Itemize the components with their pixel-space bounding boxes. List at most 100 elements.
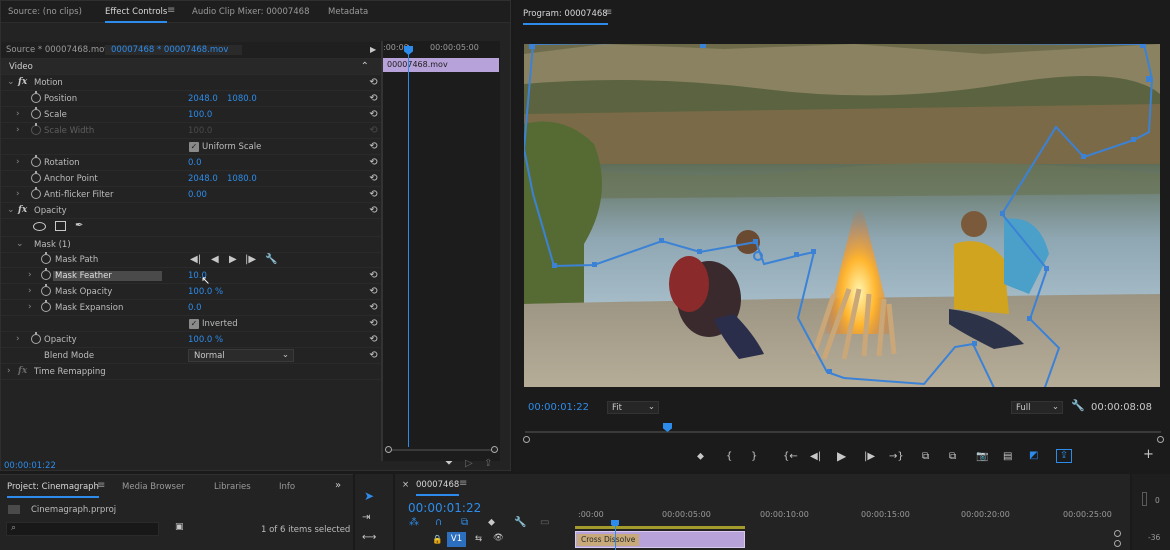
reset-icon[interactable]: ⟲ bbox=[368, 93, 379, 104]
stopwatch-icon[interactable] bbox=[41, 300, 51, 312]
stopwatch-icon[interactable] bbox=[41, 252, 51, 264]
comparison-view-icon[interactable]: ◩ bbox=[1029, 450, 1038, 462]
mark-in-icon[interactable]: { bbox=[726, 451, 732, 463]
lock-icon[interactable]: 🔒 bbox=[432, 535, 443, 545]
track-backward-icon[interactable]: ◀| bbox=[190, 254, 201, 266]
solo-button-icon[interactable] bbox=[1114, 530, 1121, 537]
play-icon[interactable]: ▶ bbox=[837, 450, 846, 462]
sequence-timecode[interactable]: 00:00:01:22 bbox=[408, 501, 481, 515]
playhead-handle[interactable] bbox=[404, 46, 413, 55]
reset-icon[interactable]: ⟲ bbox=[368, 318, 379, 329]
panel-menu-icon[interactable]: ≡ bbox=[167, 5, 175, 16]
ec-current-time[interactable]: 00:00:01:22 bbox=[4, 461, 56, 471]
stopwatch-icon[interactable] bbox=[41, 284, 51, 296]
stopwatch-icon[interactable] bbox=[31, 91, 41, 103]
new-bin-icon[interactable]: ▣ bbox=[175, 522, 184, 532]
captions-icon[interactable]: ▭ bbox=[540, 517, 549, 529]
expand-icon[interactable]: › bbox=[16, 109, 20, 119]
reset-icon[interactable]: ⟲ bbox=[368, 334, 379, 345]
tab-media-browser[interactable]: Media Browser bbox=[122, 482, 185, 492]
snap-icon[interactable]: ∩ bbox=[435, 517, 442, 529]
zoom-handle-right[interactable] bbox=[491, 446, 498, 453]
rotation-value[interactable]: 0.0 bbox=[188, 158, 202, 168]
tab-project[interactable]: Project: Cinemagraph bbox=[7, 482, 99, 498]
export-icon[interactable]: ⇪ bbox=[484, 458, 492, 469]
mask-expansion-value[interactable]: 0.0 bbox=[188, 303, 202, 313]
expand-icon[interactable]: ⌄ bbox=[7, 77, 15, 87]
pen-mask-icon[interactable]: ✒ bbox=[75, 220, 83, 231]
reset-icon[interactable]: ⟲ bbox=[368, 157, 379, 168]
ec-zoom-bar[interactable] bbox=[387, 449, 495, 451]
eye-icon[interactable]: 👁 bbox=[493, 533, 504, 543]
reset-icon[interactable]: ⟲ bbox=[368, 286, 379, 297]
quality-select[interactable]: Full ⌄ bbox=[1011, 401, 1063, 414]
effect-controls-timeline[interactable]: :00:00 00:00:05:00 00007468.mov bbox=[383, 41, 500, 461]
expand-icon[interactable]: ⌄ bbox=[7, 205, 15, 215]
reset-icon[interactable]: ⟲ bbox=[368, 173, 379, 184]
panel-menu-icon[interactable]: ≡ bbox=[459, 478, 467, 489]
time-remapping-row[interactable]: › fx Time Remapping bbox=[1, 364, 383, 380]
zoom-handle-right[interactable] bbox=[1157, 436, 1164, 443]
overwrite-icon[interactable]: ⧉ bbox=[949, 451, 956, 463]
expand-icon[interactable]: ⌄ bbox=[16, 239, 24, 249]
fit-select[interactable]: Fit ⌄ bbox=[607, 401, 659, 414]
add-button-icon[interactable]: + bbox=[1143, 448, 1154, 461]
tab-audio-clip-mixer[interactable]: Audio Clip Mixer: 00007468 bbox=[192, 7, 310, 17]
fx-icon[interactable]: fx bbox=[18, 77, 27, 87]
blend-mode-select[interactable]: Normal ⌄ bbox=[188, 349, 294, 362]
stopwatch-icon[interactable] bbox=[41, 268, 51, 280]
solo-button-icon[interactable] bbox=[1114, 540, 1121, 547]
sync-lock-icon[interactable]: ⇆ bbox=[475, 534, 482, 544]
camera-icon[interactable]: 📷 bbox=[976, 451, 988, 463]
program-current-time[interactable]: 00:00:01:22 bbox=[528, 402, 589, 413]
wrench-icon[interactable]: 🔧 bbox=[514, 517, 526, 529]
track-target-v1[interactable]: V1 bbox=[447, 532, 466, 547]
motion-effect-row[interactable]: ⌄ fx Motion ⟲ bbox=[1, 75, 383, 91]
step-forward-icon[interactable]: ▶ bbox=[229, 254, 237, 266]
step-forward-icon[interactable]: |▶ bbox=[864, 451, 875, 463]
tab-effect-controls[interactable]: Effect Controls bbox=[105, 7, 168, 23]
expand-icon[interactable]: › bbox=[16, 157, 20, 167]
anti-flicker-value[interactable]: 0.00 bbox=[188, 190, 207, 200]
tab-sequence[interactable]: 00007468 bbox=[416, 480, 460, 496]
inverted-checkbox[interactable]: ✓ bbox=[189, 319, 199, 329]
expand-icon[interactable]: › bbox=[28, 302, 32, 312]
tab-info[interactable]: Info bbox=[279, 482, 295, 492]
track-select-tool-icon[interactable]: ⇥ bbox=[362, 512, 370, 524]
program-title[interactable]: Program: 00007468 bbox=[523, 9, 608, 25]
expand-icon[interactable]: › bbox=[28, 286, 32, 296]
zoom-handle-left[interactable] bbox=[523, 436, 530, 443]
tab-metadata[interactable]: Metadata bbox=[328, 7, 368, 17]
position-x-value[interactable]: 2048.0 bbox=[188, 94, 218, 104]
transition-label[interactable]: Cross Dissolve bbox=[577, 534, 640, 546]
expand-icon[interactable]: › bbox=[16, 334, 20, 344]
tab-source[interactable]: Source: (no clips) bbox=[8, 7, 82, 17]
play-clip-icon[interactable]: ▶ bbox=[370, 45, 376, 54]
filter-icon[interactable]: ⏷ bbox=[445, 458, 453, 469]
expand-icon[interactable]: › bbox=[16, 189, 20, 199]
program-scrubber[interactable] bbox=[525, 431, 1161, 433]
panel-menu-icon[interactable]: ≡ bbox=[97, 480, 105, 491]
clip-bar[interactable]: 00007468.mov bbox=[383, 58, 499, 72]
stopwatch-icon[interactable] bbox=[31, 155, 41, 167]
timeline-ruler[interactable]: :00:00 00:00:05:00 00:00:10:00 00:00:15:… bbox=[575, 498, 1125, 522]
panel-menu-icon[interactable]: ≡ bbox=[604, 7, 612, 18]
collapse-icon[interactable]: ⌃ bbox=[361, 61, 369, 72]
ellipse-mask-icon[interactable] bbox=[33, 222, 46, 231]
step-backward-icon[interactable]: ◀ bbox=[211, 254, 219, 266]
expand-icon[interactable]: › bbox=[7, 366, 11, 376]
go-to-out-icon[interactable]: →} bbox=[889, 451, 904, 463]
stopwatch-icon[interactable] bbox=[31, 107, 41, 119]
play-audio-icon[interactable]: ▷ bbox=[465, 458, 473, 469]
video-frame[interactable] bbox=[524, 44, 1160, 387]
reset-icon[interactable]: ⟲ bbox=[368, 205, 379, 216]
anchor-point-y-value[interactable]: 1080.0 bbox=[227, 174, 257, 184]
fx-icon[interactable]: fx bbox=[18, 205, 27, 215]
position-y-value[interactable]: 1080.0 bbox=[227, 94, 257, 104]
stopwatch-icon[interactable] bbox=[31, 332, 41, 344]
uniform-scale-checkbox[interactable]: ✓ bbox=[189, 142, 199, 152]
close-icon[interactable]: × bbox=[402, 480, 409, 490]
reset-icon[interactable]: ⟲ bbox=[368, 109, 379, 120]
go-to-in-icon[interactable]: {← bbox=[783, 451, 798, 463]
reset-icon[interactable]: ⟲ bbox=[368, 141, 379, 152]
